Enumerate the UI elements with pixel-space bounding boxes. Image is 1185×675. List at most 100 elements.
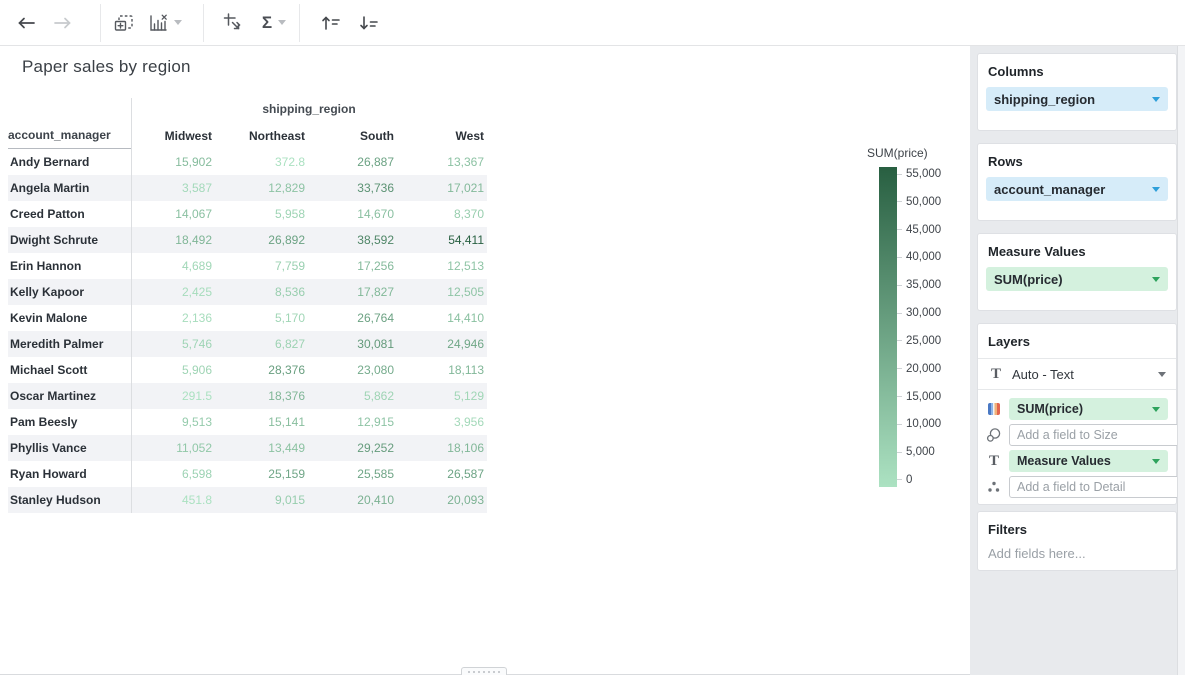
column-header[interactable]: West (397, 129, 487, 143)
column-dimension-label[interactable]: shipping_region (131, 96, 487, 122)
value-cell[interactable]: 14,067 (131, 207, 215, 221)
value-cell[interactable]: 8,536 (215, 285, 308, 299)
value-cell[interactable]: 28,376 (215, 363, 308, 377)
value-cell[interactable]: 12,505 (397, 285, 487, 299)
row-header-cell[interactable]: Angela Martin (8, 181, 131, 195)
sort-ascending-button[interactable] (317, 9, 345, 37)
row-header-cell[interactable]: Pam Beesly (8, 415, 131, 429)
aggregate-button[interactable]: Σ (253, 9, 281, 37)
value-cell[interactable]: 5,862 (308, 389, 397, 403)
value-cell[interactable]: 24,946 (397, 337, 487, 351)
bottom-drawer-handle[interactable] (461, 667, 507, 675)
chevron-down-icon[interactable] (1152, 459, 1160, 464)
undo-button[interactable] (12, 9, 40, 37)
value-cell[interactable]: 20,410 (308, 493, 397, 507)
column-header[interactable]: South (308, 129, 397, 143)
value-cell[interactable]: 20,093 (397, 493, 487, 507)
value-cell[interactable]: 13,367 (397, 155, 487, 169)
clear-chart-dropdown-caret[interactable] (174, 20, 182, 25)
value-cell[interactable]: 18,113 (397, 363, 487, 377)
row-header-cell[interactable]: Dwight Schrute (8, 233, 131, 247)
column-header[interactable]: Midwest (131, 129, 215, 143)
color-field-pill[interactable]: SUM(price) (1009, 398, 1168, 420)
value-cell[interactable]: 18,492 (131, 233, 215, 247)
collapsed-side-rail[interactable] (1177, 46, 1185, 675)
aggregate-dropdown-caret[interactable] (278, 20, 286, 25)
redo-button[interactable] (49, 9, 77, 37)
value-cell[interactable]: 4,689 (131, 259, 215, 273)
value-cell[interactable]: 38,592 (308, 233, 397, 247)
value-cell[interactable]: 2,136 (131, 311, 215, 325)
value-cell[interactable]: 13,449 (215, 441, 308, 455)
row-header-cell[interactable]: Oscar Martinez (8, 389, 131, 403)
value-cell[interactable]: 6,827 (215, 337, 308, 351)
value-cell[interactable]: 5,958 (215, 207, 308, 221)
value-cell[interactable]: 3,587 (131, 181, 215, 195)
row-header-cell[interactable]: Kevin Malone (8, 311, 131, 325)
row-header-cell[interactable]: Michael Scott (8, 363, 131, 377)
filters-drop-zone[interactable]: Add fields here... (978, 537, 1176, 573)
value-cell[interactable]: 9,015 (215, 493, 308, 507)
value-cell[interactable]: 14,410 (397, 311, 487, 325)
value-cell[interactable]: 26,892 (215, 233, 308, 247)
sort-descending-button[interactable] (355, 9, 383, 37)
value-cell[interactable]: 8,370 (397, 207, 487, 221)
value-cell[interactable]: 29,252 (308, 441, 397, 455)
row-header-cell[interactable]: Meredith Palmer (8, 337, 131, 351)
visualization-title[interactable]: Paper sales by region (22, 57, 191, 77)
value-cell[interactable]: 372.8 (215, 155, 308, 169)
swap-axes-button[interactable] (219, 9, 247, 37)
rows-field-pill[interactable]: account_manager (986, 177, 1168, 201)
text-field-pill[interactable]: Measure Values (1009, 450, 1168, 472)
color-legend[interactable]: SUM(price) 55,00050,00045,00040,00035,00… (866, 146, 941, 487)
value-cell[interactable]: 23,080 (308, 363, 397, 377)
row-header-cell[interactable]: Andy Bernard (8, 155, 131, 169)
value-cell[interactable]: 14,670 (308, 207, 397, 221)
value-cell[interactable]: 5,746 (131, 337, 215, 351)
value-cell[interactable]: 6,598 (131, 467, 215, 481)
clear-chart-button[interactable] (144, 9, 172, 37)
detail-field-input[interactable] (1009, 476, 1185, 498)
value-cell[interactable]: 25,159 (215, 467, 308, 481)
value-cell[interactable]: 15,141 (215, 415, 308, 429)
chevron-down-icon[interactable] (1152, 277, 1160, 282)
value-cell[interactable]: 5,129 (397, 389, 487, 403)
value-cell[interactable]: 18,376 (215, 389, 308, 403)
value-cell[interactable]: 17,827 (308, 285, 397, 299)
value-cell[interactable]: 12,915 (308, 415, 397, 429)
row-header-cell[interactable]: Stanley Hudson (8, 493, 131, 507)
mark-type-dropdown[interactable]: T Auto - Text (978, 359, 1176, 390)
value-cell[interactable]: 26,887 (308, 155, 397, 169)
new-visualization-button[interactable] (110, 9, 138, 37)
value-cell[interactable]: 7,759 (215, 259, 308, 273)
value-cell[interactable]: 5,906 (131, 363, 215, 377)
value-cell[interactable]: 12,829 (215, 181, 308, 195)
row-header-cell[interactable]: Phyllis Vance (8, 441, 131, 455)
chevron-down-icon[interactable] (1152, 407, 1160, 412)
value-cell[interactable]: 30,081 (308, 337, 397, 351)
columns-field-pill[interactable]: shipping_region (986, 87, 1168, 111)
value-cell[interactable]: 2,425 (131, 285, 215, 299)
value-cell[interactable]: 17,021 (397, 181, 487, 195)
chevron-down-icon[interactable] (1152, 97, 1160, 102)
value-cell[interactable]: 12,513 (397, 259, 487, 273)
column-header[interactable]: Northeast (215, 129, 308, 143)
value-cell[interactable]: 54,411 (397, 233, 487, 247)
row-header-cell[interactable]: Kelly Kapoor (8, 285, 131, 299)
value-cell[interactable]: 15,902 (131, 155, 215, 169)
value-cell[interactable]: 25,585 (308, 467, 397, 481)
chevron-down-icon[interactable] (1158, 372, 1166, 377)
row-header-cell[interactable]: Erin Hannon (8, 259, 131, 273)
value-cell[interactable]: 11,052 (131, 441, 215, 455)
legend-gradient-bar[interactable] (879, 167, 897, 487)
value-cell[interactable]: 26,587 (397, 467, 487, 481)
value-cell[interactable]: 5,170 (215, 311, 308, 325)
value-cell[interactable]: 17,256 (308, 259, 397, 273)
size-field-input[interactable] (1009, 424, 1185, 446)
value-cell[interactable]: 26,764 (308, 311, 397, 325)
value-cell[interactable]: 291.5 (131, 389, 215, 403)
row-header-cell[interactable]: Creed Patton (8, 207, 131, 221)
value-cell[interactable]: 451.8 (131, 493, 215, 507)
row-header-cell[interactable]: Ryan Howard (8, 467, 131, 481)
value-cell[interactable]: 33,736 (308, 181, 397, 195)
